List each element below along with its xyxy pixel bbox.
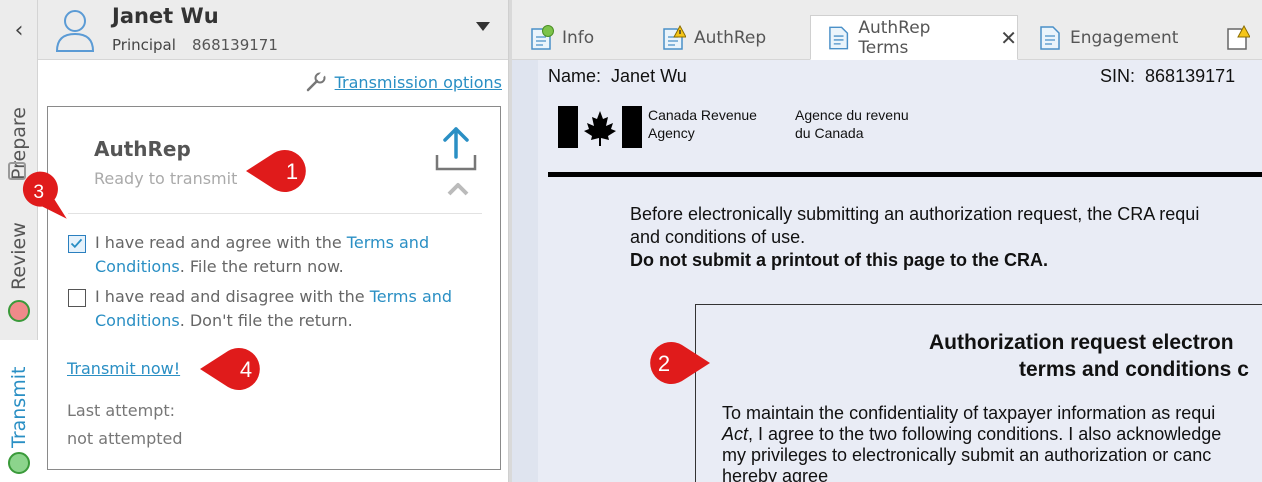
agency-name-fr: Agence du revenu [795,107,909,123]
agency-name-en-line2: Agency [648,125,695,141]
tab-engagement[interactable]: Engagement [1038,15,1178,60]
wrench-icon [306,71,326,92]
rail-tab-label: Review [8,222,30,290]
canada-flag-icon [558,106,642,148]
close-icon[interactable]: ✕ [1000,26,1017,50]
tab-authrep[interactable]: AuthRep [662,15,766,60]
document-viewer[interactable]: Name: Janet Wu SIN: 868139171 Canada Rev… [512,60,1262,482]
doc-warning-icon [1227,24,1250,50]
client-name: Janet Wu [112,4,219,28]
transmit-now-link[interactable]: Transmit now! [67,359,180,378]
terms-box-line: Act, I agree to the two following condit… [722,424,1221,445]
client-header[interactable]: Janet Wu Principal 868139171 [38,0,508,60]
tab-label: Info [562,27,595,48]
callout-number: 1 [286,159,298,184]
callout-number: 3 [33,182,44,203]
tab-authrep-terms[interactable]: AuthRep Terms ✕ [810,15,1018,60]
agree-option-text: I have read and agree with the Terms and… [95,231,478,279]
callout-marker-2: 2 [650,342,710,384]
agree-checkbox[interactable] [68,235,86,253]
doc-sin-label: SIN: [1100,66,1136,86]
disagree-checkbox[interactable] [68,289,86,307]
doc-intro-line: and conditions of use. [630,227,806,247]
tab-label: Engagement [1070,27,1179,48]
client-sin: 868139171 [192,36,278,54]
tab-overflow[interactable] [1226,15,1250,60]
callout-number: 4 [240,357,252,382]
doc-name-label: Name: [548,66,602,86]
doc-name-line: Name: Janet Wu [548,66,687,87]
document-tab-bar: Info AuthRep AuthRep Terms ✕ Engagement [512,0,1262,60]
terms-box-title: Authorization request electron [929,331,1234,354]
disagree-text-prefix: I have read and disagree with the [95,287,370,306]
terms-box-subtitle: terms and conditions c [1019,358,1249,381]
terms-box: Authorization request electron terms and… [695,304,1262,482]
card-status: Ready to transmit [94,169,238,188]
tab-label: AuthRep [694,27,767,48]
user-avatar-icon [55,10,95,52]
terms-box-line: To maintain the confidentiality of taxpa… [722,403,1216,423]
checkmark-icon [70,238,83,249]
review-badge-icon [8,300,30,322]
terms-box-line: my privileges to electronically submit a… [722,445,1212,465]
card-title: AuthRep [94,137,191,161]
chevron-up-icon[interactable] [446,181,470,197]
agency-name-en: Canada Revenue [648,107,757,123]
doc-warning-icon [663,24,686,50]
chevron-left-icon[interactable]: ‹ [0,0,38,60]
doc-name-value: Janet Wu [611,66,687,86]
disagree-option-text: I have read and disagree with the Terms … [95,285,478,333]
callout-number: 2 [658,351,670,376]
doc-intro-warning: Do not submit a printout of this page to… [630,250,1048,270]
document-rule [548,172,1262,177]
document-page: Name: Janet Wu SIN: 868139171 Canada Rev… [538,60,1262,482]
callout-marker-1: 1 [246,150,306,192]
caret-down-icon[interactable] [476,22,490,31]
agree-text-suffix: . File the return now. [179,257,344,276]
terms-box-line-rest: , I agree to the two following condition… [748,424,1222,444]
doc-sin-value: 868139171 [1145,66,1236,86]
transmit-badge-icon [8,452,30,474]
disagree-option[interactable]: I have read and disagree with the Terms … [68,285,478,333]
rail-tab-label: Transmit [8,366,30,448]
terms-box-line: hereby agree [722,466,829,482]
client-role: Principal [112,36,176,54]
doc-sin-line: SIN: 868139171 [1100,66,1235,87]
transmit-panel: Transmission options AuthRep Ready to tr… [38,60,508,482]
last-attempt-value: not attempted [67,429,183,448]
upload-icon[interactable] [434,125,478,173]
disagree-text-suffix: . Don't file the return. [179,311,353,330]
doc-intro-line: Before electronically submitting an auth… [630,204,1200,224]
callout-marker-4: 4 [200,348,260,390]
agree-text-prefix: I have read and agree with the [95,233,347,252]
transmission-options[interactable]: Transmission options [305,71,502,93]
agree-option[interactable]: I have read and agree with the Terms and… [68,231,478,279]
doc-icon [829,26,849,49]
tab-info[interactable]: Info [530,15,594,60]
transmission-options-link[interactable]: Transmission options [335,73,502,92]
callout-marker-3: 3 [22,171,67,219]
last-attempt-label: Last attempt: [67,401,176,420]
side-rail: ‹ Prepare Review Transmit [0,0,38,482]
agency-name-fr-line2: du Canada [795,125,864,141]
card-divider [68,213,482,214]
doc-icon [1040,25,1060,50]
tab-label: AuthRep Terms [858,17,931,58]
terms-box-act: Act [722,424,749,444]
doc-green-icon [531,24,554,50]
